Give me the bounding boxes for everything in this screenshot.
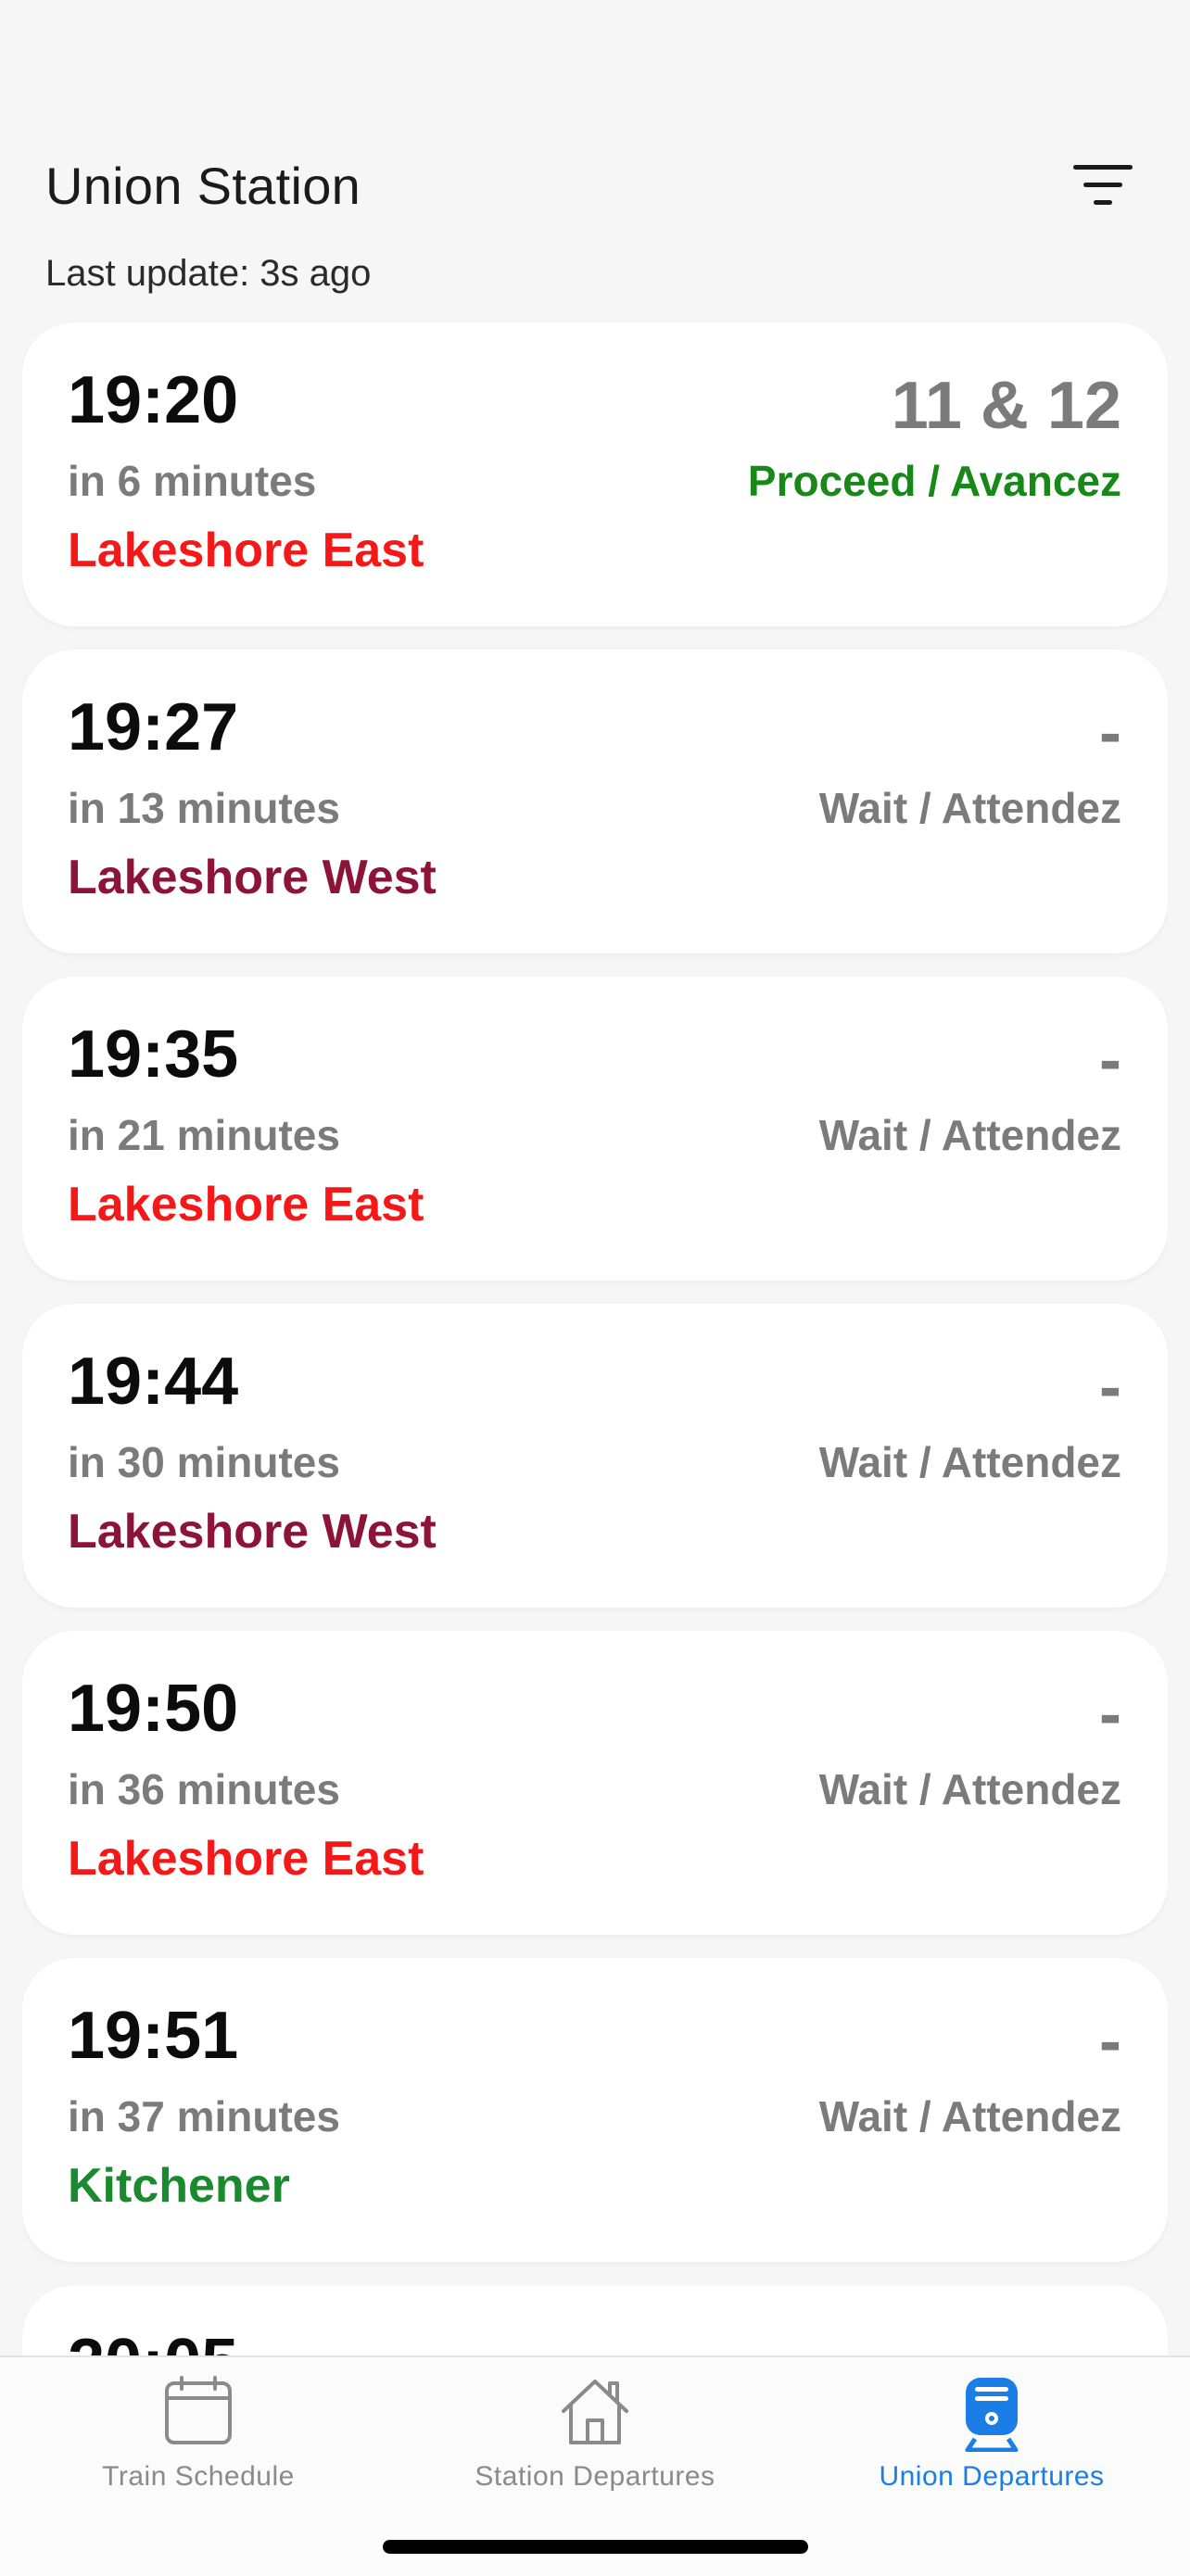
line-name: Lakeshore East	[68, 1178, 424, 1231]
tab-train-schedule[interactable]: Train Schedule	[0, 2357, 397, 2496]
departure-card[interactable]: 19:27 in 13 minutes Lakeshore West - Wait / …	[22, 650, 1168, 953]
departure-card[interactable]: 19:50 in 36 minutes Lakeshore East - Wait / …	[22, 1631, 1168, 1935]
last-update-text: Last update: 3s ago	[45, 253, 372, 294]
departure-card[interactable]: 19:51 in 37 minutes Kitchener - Wait / Atten…	[22, 1958, 1168, 2262]
departure-time: 19:51	[68, 1999, 239, 2073]
tab-union-departures[interactable]: Union Departures	[793, 2357, 1190, 2496]
departure-time: 19:20	[68, 363, 239, 437]
boarding-status: Wait / Attendez	[818, 1111, 1121, 1159]
tab-label: Union Departures	[879, 2461, 1105, 2492]
departure-time: 19:35	[68, 1017, 239, 1092]
boarding-status: Wait / Attendez	[818, 1765, 1121, 1813]
departure-card[interactable]: 19:44 in 30 minutes Lakeshore West - Wait / …	[22, 1304, 1168, 1608]
filter-icon	[1073, 165, 1133, 205]
departure-time: 20:05	[68, 2330, 238, 2356]
filter-button[interactable]	[1066, 158, 1140, 217]
departure-eta: in 37 minutes	[68, 2092, 340, 2140]
platform-number: -	[1099, 696, 1121, 770]
platform-number: 11 & 12	[891, 369, 1121, 443]
home-icon	[556, 2374, 634, 2453]
platform-number: -	[1099, 2004, 1121, 2078]
line-name: Lakeshore East	[68, 1832, 424, 1886]
departure-card[interactable]: 20:05	[22, 2285, 1168, 2356]
departure-eta: in 13 minutes	[68, 784, 340, 832]
train-icon	[962, 2374, 1021, 2456]
line-name: Lakeshore East	[68, 524, 424, 577]
home-indicator	[383, 2540, 808, 2554]
tab-label: Station Departures	[475, 2461, 715, 2492]
departure-eta: in 6 minutes	[68, 457, 317, 505]
line-name: Kitchener	[68, 2159, 290, 2213]
boarding-status: Wait / Attendez	[818, 2092, 1121, 2140]
departure-card[interactable]: 19:20 in 6 minutes Lakeshore East 11 & 12 Pr…	[22, 322, 1168, 626]
line-name: Lakeshore West	[68, 1505, 437, 1559]
boarding-status: Wait / Attendez	[818, 1438, 1121, 1486]
platform-number: -	[1099, 1677, 1121, 1751]
departures-list[interactable]: 19:20 in 6 minutes Lakeshore East 11 & 12 Pr…	[22, 322, 1168, 2356]
departure-eta: in 30 minutes	[68, 1438, 340, 1486]
departure-time: 19:44	[68, 1345, 239, 1419]
calendar-icon	[161, 2374, 235, 2453]
departure-eta: in 21 minutes	[68, 1111, 340, 1159]
header: Union Station Last update: 3s ago	[0, 0, 1190, 315]
boarding-status: Proceed / Avancez	[747, 457, 1121, 505]
platform-number: -	[1099, 1350, 1121, 1424]
boarding-status: Wait / Attendez	[818, 784, 1121, 832]
tab-station-departures[interactable]: Station Departures	[397, 2357, 793, 2496]
departure-eta: in 36 minutes	[68, 1765, 340, 1813]
departure-time: 19:50	[68, 1672, 239, 1746]
platform-number: -	[1099, 1023, 1121, 1097]
departure-card[interactable]: 19:35 in 21 minutes Lakeshore East - Wait / …	[22, 977, 1168, 1281]
departure-time: 19:27	[68, 690, 239, 764]
tab-label: Train Schedule	[102, 2461, 295, 2492]
line-name: Lakeshore West	[68, 851, 437, 904]
page-title: Union Station	[45, 157, 361, 215]
